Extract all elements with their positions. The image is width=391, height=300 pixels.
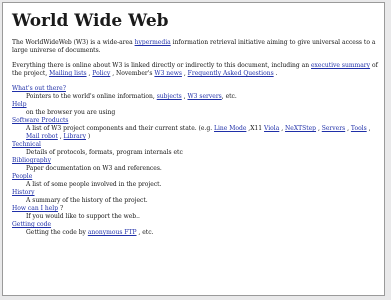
w3-news-link[interactable]: W3 news xyxy=(154,70,182,77)
topic-text: A list of W3 project components and thei… xyxy=(26,125,215,132)
topic-term: Software Products xyxy=(12,117,378,125)
topic-text: ) xyxy=(86,133,91,140)
topic-text: Pointers to the world's online informati… xyxy=(26,93,157,100)
topic-text: ,X11 xyxy=(246,125,265,132)
topic-term: People xyxy=(12,173,378,181)
history-link[interactable]: History xyxy=(12,189,35,196)
document-body: World Wide Web The WorldWideWeb (W3) is … xyxy=(12,11,378,237)
topic-description: Pointers to the world's online informati… xyxy=(26,93,378,101)
w3-servers-link[interactable]: W3 servers xyxy=(187,93,221,100)
topic-term-suffix: ? xyxy=(58,205,64,212)
anonymous-ftp-link[interactable]: anonymous FTP xyxy=(88,229,137,236)
how-can-i-help-link[interactable]: How can I help xyxy=(12,205,58,212)
intro-text: The WorldWideWeb (W3) is a wide-area xyxy=(12,39,135,46)
topic-text: , etc. xyxy=(221,93,237,100)
page-title: World Wide Web xyxy=(12,11,169,31)
topic-term: Help xyxy=(12,101,378,109)
topic-list: What's out there? Pointers to the world'… xyxy=(12,85,378,237)
help-link[interactable]: Help xyxy=(12,101,27,108)
software-products-link[interactable]: Software Products xyxy=(12,117,68,124)
topic-term: How can I help ? xyxy=(12,205,378,213)
topic-term: Getting code xyxy=(12,221,378,229)
topic-description: Details of protocols, formats, program i… xyxy=(26,149,183,156)
line-mode-link[interactable]: Line Mode xyxy=(214,125,246,132)
servers-link[interactable]: Servers xyxy=(322,125,345,132)
topic-term: Bibliography xyxy=(12,157,378,165)
library-link[interactable]: Library xyxy=(64,133,86,140)
topic-text: , etc. xyxy=(136,229,154,236)
viola-link[interactable]: Viola xyxy=(264,125,279,132)
faq-link[interactable]: Frequently Asked Questions xyxy=(188,70,274,77)
overview-text: , November's xyxy=(110,70,155,77)
hypermedia-link[interactable]: hypermedia xyxy=(135,39,171,46)
whats-out-there-link[interactable]: What's out there? xyxy=(12,85,66,92)
overview-text: Everything there is online about W3 is l… xyxy=(12,62,311,69)
overview-paragraph: Everything there is online about W3 is l… xyxy=(12,62,378,78)
intro-paragraph: The WorldWideWeb (W3) is a wide-area hyp… xyxy=(12,39,378,55)
topic-description: Paper documentation on W3 and references… xyxy=(26,165,162,172)
executive-summary-link[interactable]: executive summary xyxy=(311,62,370,69)
policy-link[interactable]: Policy xyxy=(92,70,110,77)
overview-text: . xyxy=(273,70,278,77)
mailing-lists-link[interactable]: Mailing lists xyxy=(49,70,87,77)
bibliography-link[interactable]: Bibliography xyxy=(12,157,51,164)
topic-term: Technical xyxy=(12,141,378,149)
browser-page: World Wide Web The WorldWideWeb (W3) is … xyxy=(2,2,385,296)
technical-link[interactable]: Technical xyxy=(12,141,41,148)
tools-link[interactable]: Tools xyxy=(351,125,367,132)
topic-text: Getting the code by xyxy=(26,229,88,236)
nextstep-link[interactable]: NeXTStep xyxy=(285,125,316,132)
topic-term: What's out there? xyxy=(12,85,378,93)
topic-description: A summary of the history of the project. xyxy=(26,197,148,204)
topic-description: Getting the code by anonymous FTP , etc. xyxy=(26,229,378,237)
topic-text: , xyxy=(366,125,371,132)
topic-term: History xyxy=(12,189,378,197)
getting-code-link[interactable]: Getting code xyxy=(12,221,51,228)
topic-description: A list of some people involved in the pr… xyxy=(26,181,162,188)
subjects-link[interactable]: subjects xyxy=(157,93,182,100)
topic-description: If you would like to support the web.. xyxy=(26,213,140,220)
people-link[interactable]: People xyxy=(12,173,32,180)
mail-robot-link[interactable]: Mail robot xyxy=(26,133,58,140)
topic-description: A list of W3 project components and thei… xyxy=(26,125,378,141)
topic-description: on the browser you are using xyxy=(26,109,116,116)
